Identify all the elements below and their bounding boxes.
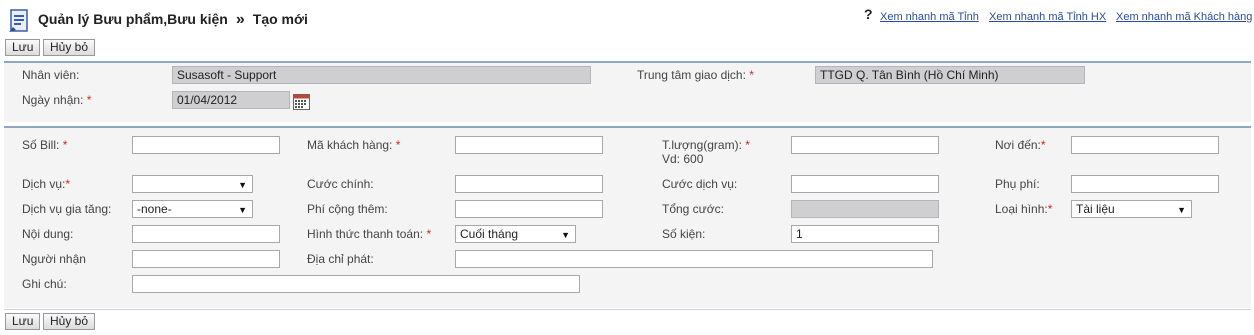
weight-input[interactable] xyxy=(791,136,939,154)
total-fee-field xyxy=(791,200,939,218)
quick-view-customer-link[interactable]: Xem nhanh mã Khách hàng xyxy=(1116,11,1252,23)
calendar-icon[interactable] xyxy=(293,94,310,110)
save-button-bottom[interactable]: Lưu xyxy=(5,313,41,330)
page-title: Quản lý Bưu phẩm,Bưu kiện » Tạo mới xyxy=(38,11,308,29)
extra-fee-input[interactable] xyxy=(455,200,603,218)
delivery-address-label: Địa chỉ phát: xyxy=(307,252,374,266)
surcharge-label: Phụ phí: xyxy=(995,177,1040,191)
service-fee-input[interactable] xyxy=(791,175,939,193)
transaction-center-field: TTGD Q. Tân Bình (Hồ Chí Minh) xyxy=(815,66,1085,84)
service-select[interactable]: ▼ xyxy=(132,175,253,193)
chevron-down-icon: ▼ xyxy=(238,205,247,215)
service-label: Dịch vụ:* xyxy=(22,177,71,191)
main-fee-input[interactable] xyxy=(455,175,603,193)
note-label: Ghi chú: xyxy=(22,277,67,291)
received-date-label: Ngày nhận: * xyxy=(22,93,92,107)
main-fee-label: Cước chính: xyxy=(307,177,374,191)
employee-label: Nhân viên: xyxy=(22,68,80,82)
received-date-field[interactable]: 01/04/2012 xyxy=(172,91,290,109)
total-fee-label: Tổng cước: xyxy=(662,202,724,216)
customer-code-label: Mã khách hàng: * xyxy=(307,138,401,152)
extra-fee-label: Phí cộng thêm: xyxy=(307,202,388,216)
content-label: Nội dung: xyxy=(22,227,74,241)
page-subtitle: Tạo mới xyxy=(252,11,308,27)
document-edit-icon xyxy=(9,9,28,32)
payment-method-select[interactable]: Cuối tháng ▼ xyxy=(455,225,576,243)
recipient-label: Người nhận xyxy=(22,252,86,266)
note-input[interactable] xyxy=(132,275,580,293)
help-icon[interactable]: ? xyxy=(864,6,873,22)
bill-number-label: Số Bill: * xyxy=(22,138,68,152)
quick-view-province-link[interactable]: Xem nhanh mã Tỉnh xyxy=(880,11,979,23)
breadcrumb-separator: » xyxy=(235,11,245,28)
service-fee-label: Cước dịch vụ: xyxy=(662,177,738,191)
parcel-type-label: Loại hình:* xyxy=(995,202,1053,216)
delivery-address-input[interactable] xyxy=(455,250,933,268)
parcel-type-select[interactable]: Tài liệu ▼ xyxy=(1071,200,1192,218)
transaction-center-label: Trung tâm giao dịch: * xyxy=(637,68,754,82)
pieces-label: Số kiện: xyxy=(662,227,706,241)
content-input[interactable] xyxy=(132,225,280,243)
chevron-down-icon: ▼ xyxy=(561,230,570,240)
quick-view-province-hx-link[interactable]: Xem nhanh mã Tỉnh HX xyxy=(989,11,1106,23)
save-button[interactable]: Lưu xyxy=(5,39,41,56)
cancel-button-bottom[interactable]: Hủy bỏ xyxy=(43,313,96,330)
bill-number-input[interactable] xyxy=(132,136,280,154)
weight-label: T.lượng(gram): * xyxy=(662,138,750,152)
destination-label: Nơi đến:* xyxy=(995,138,1046,152)
page-title-text: Quản lý Bưu phẩm,Bưu kiện xyxy=(38,11,228,27)
surcharge-input[interactable] xyxy=(1071,175,1219,193)
pieces-input[interactable]: 1 xyxy=(791,225,939,243)
cancel-button[interactable]: Hủy bỏ xyxy=(43,39,96,56)
customer-code-input[interactable] xyxy=(455,136,603,154)
chevron-down-icon: ▼ xyxy=(238,180,247,190)
addon-service-select[interactable]: -none- ▼ xyxy=(132,200,253,218)
payment-method-label: Hình thức thanh toán: * xyxy=(307,227,432,241)
addon-service-label: Dịch vụ gia tăng: xyxy=(22,202,112,216)
recipient-input[interactable] xyxy=(132,250,280,268)
weight-hint: Vd: 600 xyxy=(662,152,704,166)
divider xyxy=(4,309,1251,310)
employee-field: Susasoft - Support xyxy=(172,66,591,84)
chevron-down-icon: ▼ xyxy=(1177,205,1186,215)
destination-input[interactable] xyxy=(1071,136,1219,154)
